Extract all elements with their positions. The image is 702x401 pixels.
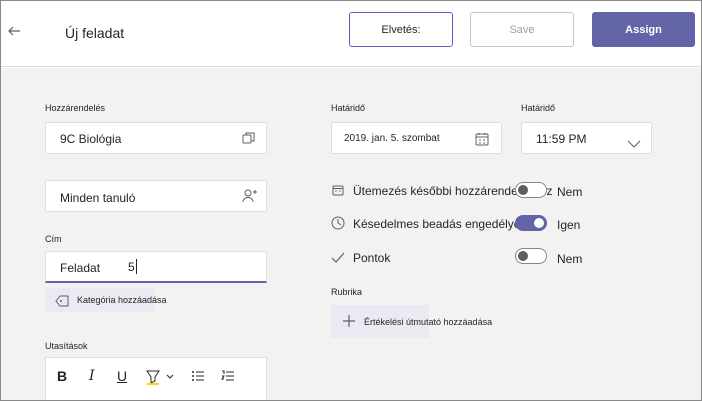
late-submission-label: Késedelmes beadás engedélyezett [353,217,540,231]
toggle-knob [534,218,544,228]
points-value: Nem [557,252,583,266]
calendar-icon [332,183,344,201]
tag-icon [55,294,69,312]
rubric-label: Rubrika [331,287,363,297]
toggle-knob [518,185,528,195]
chevron-down-icon [627,135,641,153]
add-person-icon [242,189,258,208]
check-icon [331,251,345,269]
assign-button[interactable]: Assign [592,12,695,47]
schedule-toggle[interactable] [515,182,547,198]
toggle-knob [518,251,528,261]
points-label: Pontok [353,251,391,265]
underline-button[interactable]: U [117,368,127,384]
bullet-list-icon[interactable] [191,369,205,388]
due-date-picker[interactable]: 2019. jan. 5. szombat [331,122,502,154]
schedule-value: Nem [557,185,583,199]
students-selector[interactable]: Minden tanuló [45,180,267,212]
points-toggle[interactable] [515,248,547,264]
due-time-picker[interactable]: 11:59 PM [521,122,652,154]
students-value: Minden tanuló [60,191,136,205]
due-date-label: Határidő [331,103,366,113]
late-submission-toggle[interactable] [515,215,547,231]
highlight-icon[interactable] [145,369,175,390]
calendar-icon [475,132,489,151]
add-category-label: Kategória hozzáadása [77,295,167,305]
numbered-list-icon[interactable] [221,369,235,388]
bold-button[interactable]: B [57,368,67,384]
discard-button[interactable]: Elvetés: [349,12,453,47]
form-area [1,68,701,400]
class-selector[interactable]: 9C Biológia [45,122,267,154]
text-cursor [136,259,137,274]
back-arrow-icon[interactable] [6,23,24,43]
header-bar: Új feladat Elvetés: Save Assign [1,1,701,67]
save-button[interactable]: Save [470,12,574,47]
title-label: Cím [45,234,62,244]
assign-to-label: Hozzárendelés [45,103,106,113]
clock-icon [331,216,345,235]
title-value: Feladat [60,261,101,275]
due-time-value: 11:59 PM [536,132,587,146]
due-date-value: 2019. jan. 5. szombat [344,133,440,144]
instructions-label: Utasítások [45,341,88,351]
add-category-button[interactable]: Kategória hozzáadása [45,288,167,312]
italic-button[interactable]: I [89,368,95,384]
page-title: Új feladat [65,25,125,41]
add-rubric-label: Értékelési útmutató hozzáadása [364,317,493,327]
late-submission-value: Igen [557,218,581,232]
title-char-counter: 5 [128,260,135,274]
copy-icon [242,131,256,150]
title-input[interactable]: Feladat 5 [45,251,267,283]
assignment-window: Új feladat Elvetés: Save Assign Hozzáren… [0,0,702,401]
due-time-label: Határidő [521,103,556,113]
class-value: 9C Biológia [60,132,122,146]
plus-icon [342,314,356,333]
add-rubric-button[interactable]: Értékelési útmutató hozzáadása [331,305,492,338]
